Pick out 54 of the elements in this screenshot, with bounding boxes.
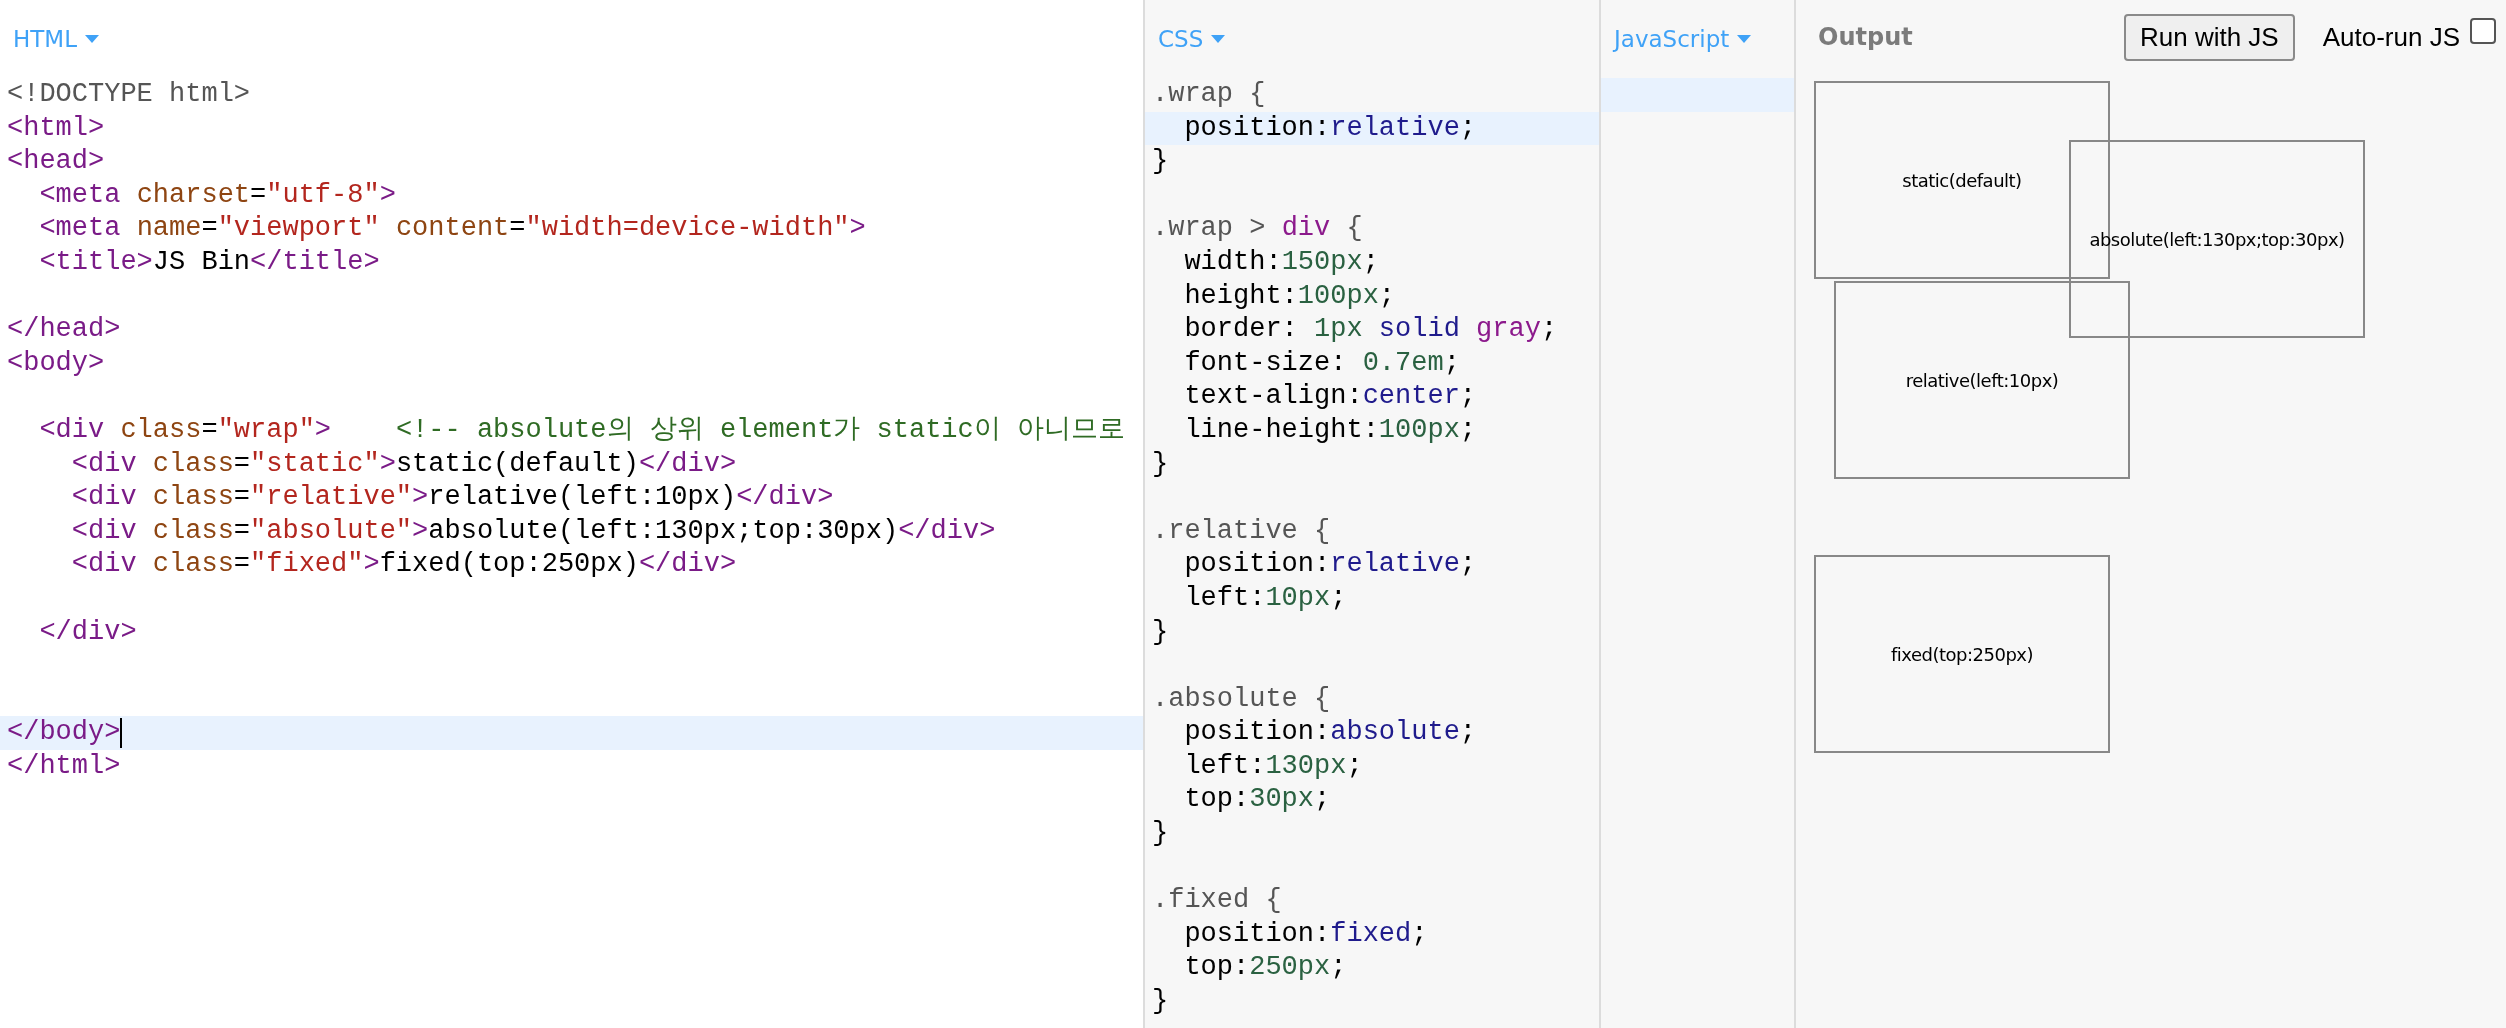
code-line: .relative { [1152, 514, 1331, 548]
caret-icon [85, 35, 99, 43]
code-line: position:relative; [1183, 548, 1477, 582]
code-line: position:absolute; [1183, 716, 1477, 750]
output-title: Output [1818, 23, 1914, 51]
code-line: .absolute { [1152, 682, 1331, 716]
code-line: } [1152, 985, 1169, 1019]
code-line: <div class="relative">relative(left:10px)</div> [70, 481, 834, 515]
box-label: static(default) [1902, 169, 2022, 191]
code-line: </head> [7, 313, 121, 347]
box-label: relative(left:10px) [1905, 369, 2059, 391]
code-line: width:150px; [1183, 245, 1379, 279]
code-line: border: 1px solid gray; [1183, 313, 1558, 347]
code-line: line-height:100px; [1183, 413, 1477, 447]
autorun-label: Auto-run JS [2322, 21, 2460, 53]
code-line: left:10px; [1183, 581, 1347, 615]
caret-icon [1211, 35, 1226, 43]
code-line: <head> [7, 145, 105, 179]
code-line: top:250px; [1183, 951, 1347, 985]
run-button[interactable]: Run with JS [2123, 13, 2295, 61]
code-line: </div> [38, 615, 137, 649]
box-label: absolute(left:130px;top:30px) [2089, 228, 2345, 250]
panel-tab[interactable]: CSS [1158, 26, 1226, 52]
code-line: <body> [7, 346, 105, 380]
code-line: } [1152, 145, 1169, 179]
code-line: <meta charset="utf-8"> [38, 178, 396, 212]
code-line: <meta name="viewport" content="width=device-width"> [38, 212, 866, 246]
code-line: .fixed { [1152, 884, 1282, 918]
code-line: <div class="fixed">fixed(top:250px)</div> [70, 548, 737, 582]
panel-tab[interactable]: JavaScript [1614, 26, 1752, 52]
code-line: } [1152, 615, 1169, 649]
code-line: position:relative; [1183, 111, 1477, 145]
code-line: text-align:center; [1183, 380, 1477, 414]
code-line: .wrap { [1152, 78, 1266, 111]
box-label: fixed(top:250px) [1891, 643, 2033, 665]
code-line: <title>JS Bin</title> [38, 245, 380, 279]
code-line: } [1152, 447, 1169, 481]
code-line: left:130px; [1183, 749, 1363, 783]
code-line: </html> [7, 749, 121, 783]
code-line: <html> [7, 111, 105, 145]
code-line: <div class="absolute">absolute(left:130px;top:30px)</div> [70, 514, 996, 548]
code-line: font-size: 0.7em; [1183, 346, 1460, 380]
code-line: position:fixed; [1183, 917, 1428, 951]
code-line: <div class="static">static(default)</div> [70, 447, 737, 481]
code-line: height:100px; [1183, 279, 1396, 313]
code-line: } [1152, 817, 1169, 851]
code-line: .wrap > div { [1152, 212, 1363, 246]
code-line: <div class="wrap"> <!-- absolute의 상위 element가 static이 아니므로 [38, 413, 1125, 447]
code-line: <!DOCTYPE html> [7, 78, 251, 111]
autorun-checkbox[interactable] [2470, 18, 2496, 44]
panel-tab[interactable]: HTML [13, 26, 99, 52]
code-line: </body> [7, 716, 121, 750]
caret-icon [1737, 35, 1752, 43]
code-line: top:30px; [1183, 783, 1331, 817]
